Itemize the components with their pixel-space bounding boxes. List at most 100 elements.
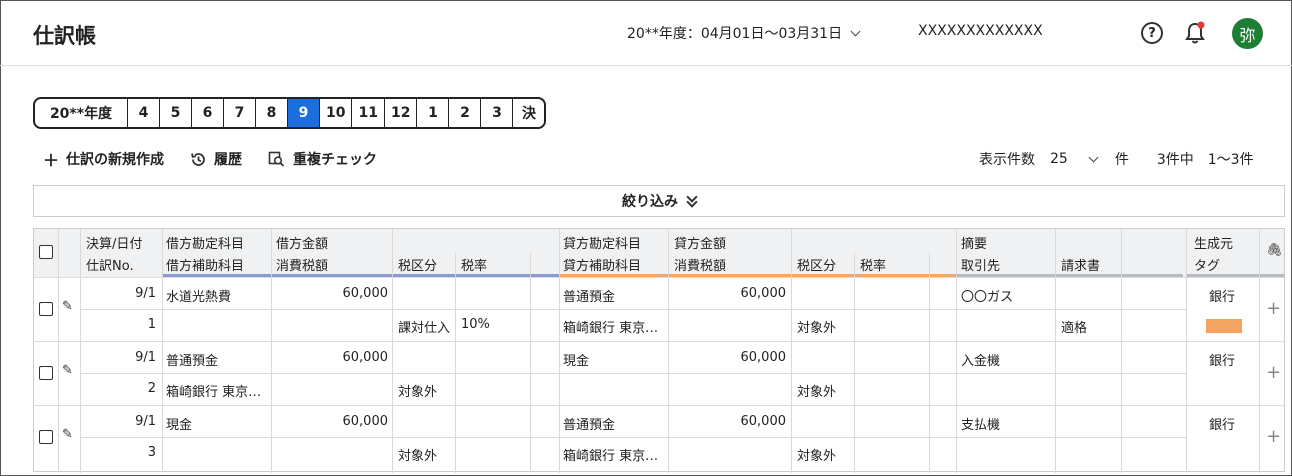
month-tab[interactable]: 7 — [223, 99, 255, 127]
add-row-icon[interactable]: + — [1266, 426, 1281, 447]
notification-dot — [1197, 21, 1205, 29]
total-count: 3件中 — [1156, 152, 1194, 168]
invoice-status[interactable]: 適格 — [1061, 317, 1087, 336]
month-tab[interactable]: 12 — [383, 99, 416, 127]
origin: 銀行 — [1209, 418, 1236, 433]
pencil-icon[interactable]: ✎ — [62, 299, 73, 314]
filter-label: 絞り込み — [622, 194, 678, 210]
debit-amount[interactable]: 60,000 — [274, 286, 389, 301]
page-title: 仕訳帳 — [33, 24, 96, 48]
column-header-debit-tax-rate: 税率 — [461, 259, 488, 274]
month-tab[interactable]: 1 — [416, 99, 448, 127]
month-tab[interactable]: 6 — [191, 99, 223, 127]
debit-amount[interactable]: 60,000 — [274, 350, 389, 365]
debit-account[interactable]: 水道光熱費 — [166, 286, 231, 305]
bell-icon[interactable] — [1185, 21, 1205, 45]
chevron-down-icon[interactable] — [1088, 152, 1099, 162]
per-page-select[interactable]: 25 — [1050, 151, 1068, 167]
debit-account[interactable]: 現金 — [166, 414, 192, 433]
credit-amount[interactable]: 60,000 — [672, 286, 787, 301]
column-header-credit-sub: 貸方補助科目 — [563, 259, 642, 274]
add-row-icon[interactable]: + — [1266, 298, 1281, 319]
entry-no: 3 — [147, 445, 156, 460]
double-chevron-down-icon — [686, 191, 698, 208]
month-tab[interactable]: 決 — [512, 99, 544, 127]
grid-line — [455, 253, 456, 473]
row-divider — [34, 341, 1284, 342]
credit-tax-class[interactable]: 対象外 — [797, 317, 836, 336]
pencil-icon[interactable]: ✎ — [62, 427, 73, 442]
memo[interactable]: 入金機 — [961, 350, 1000, 369]
history-icon — [191, 152, 205, 166]
credit-account[interactable]: 普通預金 — [563, 414, 615, 433]
month-tab[interactable]: 5 — [159, 99, 191, 127]
plus-icon: ＋ — [43, 151, 60, 170]
select-all-checkbox[interactable] — [39, 245, 53, 259]
grid-line — [1259, 229, 1260, 473]
column-header-debit-tax-amount: 消費税額 — [276, 259, 329, 274]
fiscal-period-label: 20**年度：04月01日～03月31日 — [627, 26, 843, 42]
add-row-icon[interactable]: + — [1266, 362, 1281, 383]
help-icon[interactable]: ? — [1141, 22, 1163, 44]
origin: 銀行 — [1209, 290, 1236, 305]
attachment-icon: 🖇 — [1266, 243, 1283, 258]
column-header-debit-account: 借方勘定科目 — [166, 237, 245, 252]
row-divider — [34, 405, 1284, 406]
row-checkbox[interactable] — [39, 366, 53, 380]
avatar[interactable]: 弥 — [1232, 18, 1263, 49]
journal-table: 決算/日付 仕訳No. 借方勘定科目 借方補助科目 借方金額 消費税額 税区分 税率 貸方勘定科… — [33, 228, 1285, 473]
duplicate-search-icon — [268, 151, 285, 167]
duplicate-check-button[interactable]: 重複チェック — [268, 149, 377, 169]
month-tab[interactable]: 11 — [351, 99, 383, 127]
debit-account[interactable]: 普通預金 — [166, 350, 218, 369]
month-tabs: 20**年度 4 5 6 7 8 9 10 11 12 1 2 3 決 — [33, 97, 547, 129]
month-tab[interactable]: 20**年度 — [35, 99, 127, 127]
column-header-credit-tax-amount: 消費税額 — [674, 259, 727, 274]
filter-toggle[interactable]: 絞り込み — [33, 185, 1285, 217]
chevron-down-icon — [850, 26, 861, 36]
grid-line — [929, 253, 930, 473]
debit-tax-class[interactable]: 対象外 — [398, 445, 437, 464]
entry-date: 9/1 — [135, 286, 156, 301]
credit-tax-class[interactable]: 対象外 — [797, 445, 836, 464]
entry-date: 9/1 — [135, 414, 156, 429]
app-header: 仕訳帳 20**年度：04月01日～03月31日 XXXXXXXXXXXXX ?… — [0, 0, 1292, 66]
history-button[interactable]: 履歴 — [190, 149, 242, 169]
month-tab[interactable]: 4 — [127, 99, 159, 127]
entry-no: 2 — [147, 381, 156, 396]
fiscal-period-selector[interactable]: 20**年度：04月01日～03月31日 — [627, 23, 861, 43]
month-tab[interactable]: 10 — [319, 99, 351, 127]
debit-tax-rate[interactable]: 10% — [461, 317, 490, 332]
debit-sub-account[interactable]: 箱崎銀行 東京… — [166, 381, 270, 400]
month-tab[interactable]: 9 — [287, 99, 319, 127]
month-tab[interactable]: 2 — [448, 99, 480, 127]
per-page-label: 表示件数 — [979, 152, 1035, 168]
credit-sub-account[interactable]: 箱崎銀行 東京… — [563, 445, 667, 464]
month-tab[interactable]: 8 — [255, 99, 287, 127]
debit-amount[interactable]: 60,000 — [274, 414, 389, 429]
row-divider — [34, 277, 1284, 278]
month-tab[interactable]: 3 — [480, 99, 512, 127]
per-page-unit: 件 — [1114, 152, 1129, 168]
row-checkbox[interactable] — [39, 430, 53, 444]
credit-account[interactable]: 普通預金 — [563, 286, 615, 305]
column-header-origin: 生成元 — [1194, 237, 1234, 252]
credit-account[interactable]: 現金 — [563, 350, 589, 369]
pencil-icon[interactable]: ✎ — [62, 363, 73, 378]
memo[interactable]: 支払機 — [961, 414, 1000, 433]
new-entry-button[interactable]: ＋ 仕訳の新規作成 — [43, 147, 164, 171]
history-label: 履歴 — [214, 152, 243, 168]
memo[interactable]: 〇〇ガス — [961, 286, 1013, 305]
row-checkbox[interactable] — [39, 302, 53, 316]
debit-tax-class[interactable]: 課対仕入 — [398, 317, 450, 336]
credit-amount[interactable]: 60,000 — [672, 414, 787, 429]
column-header-debit-tax-class: 税区分 — [398, 259, 438, 274]
company-name: XXXXXXXXXXXXX — [918, 23, 1043, 39]
debit-tax-class[interactable]: 対象外 — [398, 381, 437, 400]
toolbar: ＋ 仕訳の新規作成 履歴 重複チェック — [43, 147, 377, 171]
column-header-debit-sub: 借方補助科目 — [166, 259, 245, 274]
credit-tax-class[interactable]: 対象外 — [797, 381, 836, 400]
column-header-invoice: 請求書 — [1061, 259, 1101, 274]
credit-sub-account[interactable]: 箱崎銀行 東京… — [563, 317, 667, 336]
credit-amount[interactable]: 60,000 — [672, 350, 787, 365]
